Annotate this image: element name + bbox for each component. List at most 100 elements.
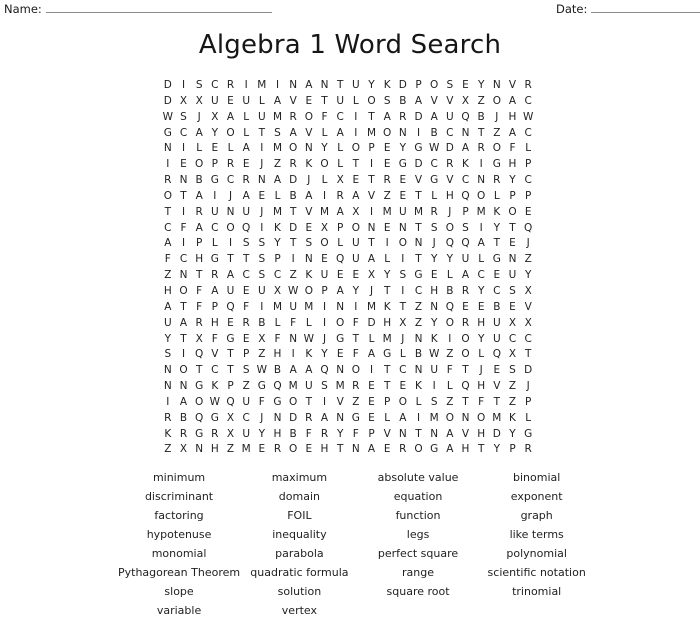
grid-cell: Y: [211, 126, 219, 139]
grid-cell: I: [275, 79, 280, 91]
grid-cell: T: [368, 174, 375, 187]
word-list-item[interactable]: quadratic formula: [240, 563, 359, 582]
word-list-item[interactable]: Pythagorean Theorem: [118, 563, 240, 582]
grid-cell: A: [226, 110, 235, 123]
word-list-item[interactable]: scientific notation: [477, 563, 596, 582]
word-list-item[interactable]: minimum: [118, 468, 240, 487]
grid-cell: M: [304, 300, 314, 313]
name-input-rule[interactable]: [45, 2, 272, 13]
word-list-item[interactable]: factoring: [118, 506, 240, 525]
grid-cell: O: [445, 221, 454, 234]
word-list-item[interactable]: function: [359, 506, 478, 525]
grid-cell: A: [289, 126, 297, 139]
grid-cell: N: [320, 79, 329, 91]
grid-cell: E: [227, 316, 234, 329]
word-list-item[interactable]: range: [359, 563, 478, 582]
word-list-item[interactable]: hypotenuse: [118, 525, 240, 544]
grid-cell: B: [258, 316, 266, 329]
word-list-item[interactable]: variable: [118, 601, 240, 618]
grid-cell: O: [398, 237, 407, 250]
word-list-item[interactable]: FOIL: [240, 506, 359, 525]
word-list-item[interactable]: solution: [240, 582, 359, 601]
grid-cell: O: [289, 443, 298, 456]
page-title: Algebra 1 Word Search: [198, 30, 502, 60]
grid-cell: J: [228, 189, 233, 202]
grid-cell: P: [368, 427, 375, 440]
word-list-item[interactable]: slope: [118, 582, 240, 601]
grid-cell: K: [305, 269, 313, 282]
word-list-item[interactable]: polynomial: [477, 544, 596, 563]
grid-cell: G: [226, 332, 235, 345]
word-list-item[interactable]: monomial: [118, 544, 240, 563]
grid-cell: M: [335, 380, 345, 393]
grid-cell: H: [461, 443, 470, 456]
grid-cell: K: [462, 158, 469, 171]
grid-cell: C: [430, 158, 438, 171]
grid-cell: T: [415, 221, 422, 234]
grid-cell: J: [260, 158, 264, 171]
grid-cell: T: [383, 284, 391, 297]
grid-cell: F: [305, 427, 312, 440]
grid-cell: H: [477, 316, 486, 329]
grid-cell: T: [195, 269, 203, 282]
grid-cell: Y: [336, 427, 344, 440]
name-field[interactable]: Name:: [4, 2, 272, 16]
grid-cell: X: [352, 205, 360, 218]
grid-cell: D: [289, 174, 298, 187]
grid-cell: A: [508, 94, 517, 107]
grid-cell: A: [414, 94, 423, 107]
grid-cell: C: [273, 269, 282, 282]
date-input-rule[interactable]: [591, 2, 700, 13]
word-list-item[interactable]: legs: [359, 525, 478, 544]
word-list-item[interactable]: maximum: [240, 468, 359, 487]
grid-cell: T: [321, 94, 328, 107]
word-list-item[interactable]: equation: [359, 487, 478, 506]
grid-cell: A: [195, 221, 203, 234]
grid-cell: G: [383, 348, 392, 361]
grid-cell: L: [337, 158, 344, 171]
grid-cell: O: [289, 395, 298, 408]
grid-cell: T: [477, 443, 485, 456]
grid-cell: F: [352, 316, 359, 329]
grid-cell: S: [383, 94, 391, 107]
word-list-item[interactable]: absolute value: [359, 468, 478, 487]
grid-cell: O: [367, 94, 376, 107]
grid-cell: L: [399, 348, 406, 361]
grid-cell: J: [479, 364, 483, 377]
grid-cell: G: [210, 253, 219, 266]
grid-cell: I: [369, 205, 374, 218]
grid-cell: Z: [477, 94, 485, 107]
grid-cell: G: [195, 380, 204, 393]
word-list-item[interactable]: binomial: [477, 468, 596, 487]
date-field[interactable]: Date:: [556, 2, 700, 16]
grid-cell: B: [179, 411, 188, 424]
word-list-item[interactable]: square root: [359, 582, 478, 601]
grid-cell: M: [476, 205, 486, 218]
grid-cell: K: [383, 79, 391, 91]
grid-cell: Y: [352, 284, 360, 297]
grid-cell: Q: [461, 237, 470, 250]
grid-cell: T: [399, 300, 407, 313]
grid-cell: L: [384, 253, 391, 266]
grid-cell: Q: [461, 110, 470, 123]
word-list-item[interactable]: vertex: [240, 601, 359, 618]
grid-cell: T: [383, 380, 391, 393]
word-list-item[interactable]: perfect square: [359, 544, 478, 563]
word-list-item[interactable]: like terms: [477, 525, 596, 544]
grid-cell: N: [289, 332, 298, 345]
grid-cell: U: [461, 253, 470, 266]
word-list-item[interactable]: discriminant: [118, 487, 240, 506]
word-list-item[interactable]: domain: [240, 487, 359, 506]
word-list-item[interactable]: graph: [477, 506, 596, 525]
grid-cell: N: [398, 126, 407, 139]
grid-cell: N: [304, 253, 313, 266]
grid-cell: N: [336, 364, 345, 377]
grid-cell: O: [461, 332, 470, 345]
word-list-item[interactable]: inequality: [240, 525, 359, 544]
grid-cell: S: [509, 284, 516, 297]
grid-cell: G: [273, 395, 282, 408]
word-list-item[interactable]: parabola: [240, 544, 359, 563]
grid-cell: C: [446, 126, 454, 139]
word-list-item[interactable]: trinomial: [477, 582, 596, 601]
word-list-item[interactable]: exponent: [477, 487, 596, 506]
